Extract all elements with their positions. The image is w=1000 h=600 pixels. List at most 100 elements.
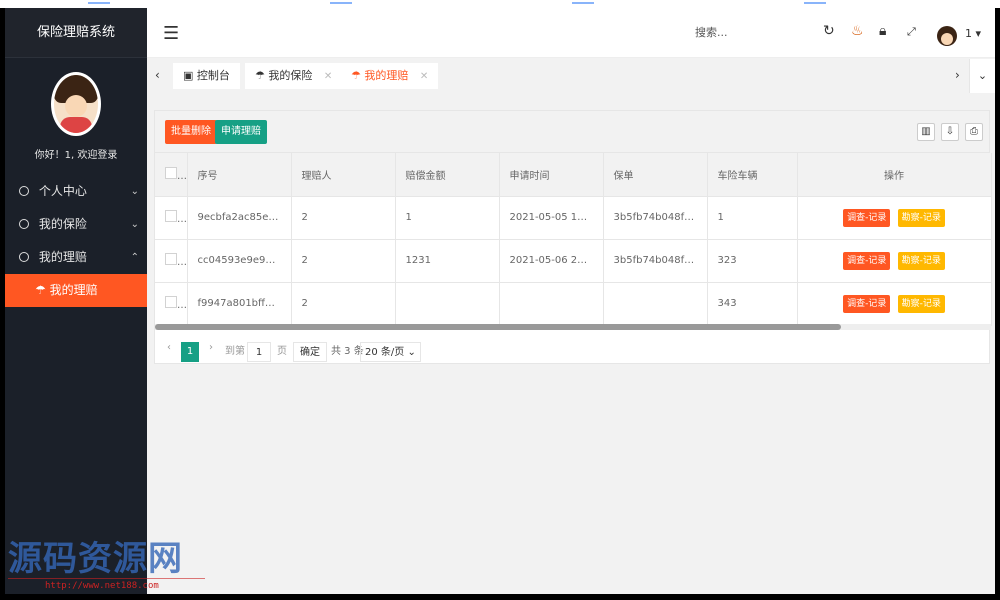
search-input[interactable]: 搜索... bbox=[695, 24, 728, 40]
table-cell: 1231 bbox=[395, 239, 500, 283]
table-cell: f9947a801bff47b0... bbox=[187, 282, 292, 326]
goto-label: 到第 bbox=[225, 346, 245, 357]
sidebar-item-label: 个人中心 bbox=[38, 184, 87, 198]
chevron-left-icon[interactable]: ‹ bbox=[155, 68, 160, 82]
column-header[interactable]: 车险车辆 bbox=[707, 153, 798, 197]
table-cell bbox=[499, 282, 604, 326]
table-cell: 2 bbox=[291, 282, 396, 326]
close-icon[interactable]: ✕ bbox=[324, 71, 332, 82]
sidebar-subitem-my-claims[interactable]: ☂ 我的理赔 bbox=[5, 274, 147, 307]
investigate-record-button[interactable]: 调查-记录 bbox=[843, 251, 891, 270]
apply-claim-button[interactable]: 申请理赔 bbox=[215, 120, 267, 144]
chevron-down-icon: ⌄ bbox=[130, 219, 139, 230]
chevron-right-icon[interactable]: › bbox=[955, 68, 960, 82]
umbrella-icon: ☂ bbox=[351, 69, 361, 82]
table-cell: 2021-05-06 22:47:24 bbox=[499, 239, 604, 283]
column-header[interactable]: 保单 bbox=[603, 153, 708, 197]
tab-bar: ‹ ▣ 控制台 ☂ 我的保险 ✕ ☂ 我的理赔 ✕ › ⌄ bbox=[147, 59, 995, 93]
total-count: 共 3 条 bbox=[331, 346, 364, 357]
horizontal-scrollbar[interactable] bbox=[155, 324, 991, 330]
current-page[interactable]: 1 bbox=[181, 342, 199, 362]
refresh-icon[interactable]: ↻ bbox=[823, 23, 835, 39]
menu-toggle-icon[interactable]: ☰ bbox=[163, 23, 179, 44]
menu-icon bbox=[19, 186, 29, 196]
tab-console[interactable]: ▣ 控制台 bbox=[173, 63, 240, 89]
chevron-down-icon: ⌄ bbox=[130, 186, 139, 197]
print-icon[interactable]: ⎙ bbox=[965, 123, 983, 141]
close-icon[interactable]: ✕ bbox=[420, 71, 428, 82]
table-cell: 343 bbox=[707, 282, 798, 326]
sidebar-menu: 个人中心 ⌄ 我的保险 ⌄ 我的理赔 ⌃ ☂ 我的理赔 bbox=[5, 175, 147, 307]
sidebar-item-my-claims[interactable]: 我的理赔 ⌃ bbox=[5, 241, 147, 274]
table-row: 9ecbfa2ac85e4f47... 2 1 2021-05-05 16:31… bbox=[155, 196, 992, 240]
pagination: ‹ 1 › 到第 1 页 确定 共 3 条 20 条/页 ⌄ bbox=[155, 334, 989, 364]
tab-my-insurance[interactable]: ☂ 我的保险 ✕ bbox=[245, 63, 343, 89]
goto-confirm-button[interactable]: 确定 bbox=[293, 342, 327, 362]
table-cell: 2 bbox=[291, 196, 396, 240]
investigate-record-button[interactable]: 调查-记录 bbox=[843, 294, 891, 313]
theme-icon[interactable]: ♨ bbox=[851, 23, 864, 39]
table-cell: 323 bbox=[707, 239, 798, 283]
table-cell: 3b5fb74b048f462c... bbox=[603, 239, 708, 283]
survey-record-button[interactable]: 勘察-记录 bbox=[897, 251, 945, 270]
table-cell: 2021-05-05 16:31:29 bbox=[499, 196, 604, 240]
investigate-record-button[interactable]: 调查-记录 bbox=[843, 208, 891, 227]
tab-my-claims[interactable]: ☂ 我的理赔 ✕ bbox=[341, 63, 439, 89]
row-actions: 调查-记录 勘察-记录 bbox=[797, 239, 992, 283]
select-all-checkbox[interactable] bbox=[155, 153, 188, 197]
umbrella-icon: ☂ bbox=[35, 283, 50, 297]
table-row: cc04593e9e954c2... 2 1231 2021-05-06 22:… bbox=[155, 239, 992, 283]
page-unit-label: 页 bbox=[277, 346, 287, 357]
column-header[interactable]: 赔偿金额 bbox=[395, 153, 500, 197]
sidebar-item-label: 我的保险 bbox=[38, 217, 87, 231]
survey-record-button[interactable]: 勘察-记录 bbox=[897, 294, 945, 313]
table-cell: 1 bbox=[395, 196, 500, 240]
app-title: 保险理赔系统 bbox=[5, 8, 147, 58]
tab-label: 我的保险 bbox=[268, 69, 313, 82]
scrollbar-thumb[interactable] bbox=[155, 324, 841, 330]
top-header: ☰ 搜索... ↻ ♨ 🔒︎ ⤢ 1 ▾ bbox=[147, 8, 995, 58]
lock-icon[interactable]: 🔒︎ bbox=[879, 23, 886, 39]
export-icon[interactable]: ⇩ bbox=[941, 123, 959, 141]
menu-icon bbox=[19, 219, 29, 229]
row-actions: 调查-记录 勘察-记录 bbox=[797, 282, 992, 326]
survey-record-button[interactable]: 勘察-记录 bbox=[897, 208, 945, 227]
column-header: 操作 bbox=[797, 153, 992, 197]
row-checkbox[interactable] bbox=[155, 282, 188, 326]
watermark-url: http://www.net188.com bbox=[45, 581, 159, 591]
next-page-button[interactable]: › bbox=[209, 342, 213, 353]
column-header[interactable]: 序号 bbox=[187, 153, 292, 197]
table-row: f9947a801bff47b0... 2 343 调查-记录 勘察-记录 bbox=[155, 282, 992, 326]
monitor-icon: ▣ bbox=[183, 69, 194, 82]
sidebar-item-my-insurance[interactable]: 我的保险 ⌄ bbox=[5, 208, 147, 241]
column-header[interactable]: 申请时间 bbox=[499, 153, 604, 197]
row-checkbox[interactable] bbox=[155, 196, 188, 240]
watermark-underline bbox=[8, 578, 205, 579]
table-cell: 3b5fb74b048f462c... bbox=[603, 196, 708, 240]
browser-top-strip bbox=[0, 0, 1000, 8]
tab-label: 控制台 bbox=[196, 69, 230, 82]
table-cell bbox=[395, 282, 500, 326]
table-toolbar: 批量删除 申请理赔 ▥ ⇩ ⎙ bbox=[155, 111, 989, 153]
chevron-up-icon: ⌃ bbox=[130, 252, 139, 263]
page-size-select[interactable]: 20 条/页 ⌄ bbox=[360, 342, 421, 362]
avatar[interactable] bbox=[937, 26, 957, 46]
table-cell: cc04593e9e954c2... bbox=[187, 239, 292, 283]
prev-page-button[interactable]: ‹ bbox=[167, 342, 171, 353]
table-cell: 1 bbox=[707, 196, 798, 240]
menu-icon bbox=[19, 252, 29, 262]
table-cell bbox=[603, 282, 708, 326]
user-menu[interactable]: 1 ▾ bbox=[965, 27, 981, 40]
goto-page-input[interactable]: 1 bbox=[247, 342, 271, 362]
claims-table: 序号 理赔人 赔偿金额 申请时间 保单 车险车辆 操作 9ecbfa2ac85e… bbox=[155, 153, 992, 326]
column-header[interactable]: 理赔人 bbox=[291, 153, 396, 197]
columns-icon[interactable]: ▥ bbox=[917, 123, 935, 141]
sidebar-subitem-label: 我的理赔 bbox=[49, 283, 98, 297]
batch-delete-button[interactable]: 批量删除 bbox=[165, 120, 217, 144]
sidebar-item-personal-center[interactable]: 个人中心 ⌄ bbox=[5, 175, 147, 208]
tab-dropdown-icon[interactable]: ⌄ bbox=[969, 59, 995, 93]
fullscreen-icon[interactable]: ⤢ bbox=[907, 25, 916, 39]
row-checkbox[interactable] bbox=[155, 239, 188, 283]
table-cell: 9ecbfa2ac85e4f47... bbox=[187, 196, 292, 240]
welcome-text: 你好！1, 欢迎登录 bbox=[34, 150, 118, 161]
